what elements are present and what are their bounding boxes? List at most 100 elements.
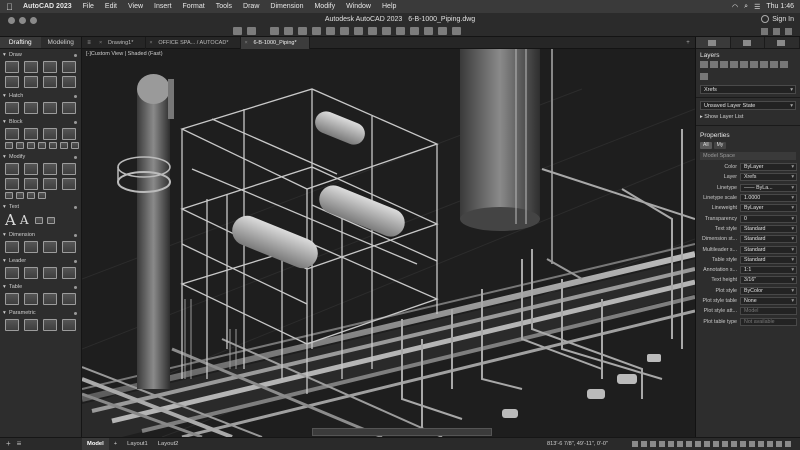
orbit-icon[interactable] <box>368 27 377 35</box>
drawing-viewport[interactable]: [-]Custom View | Shaded (Fast) <box>82 49 695 437</box>
polyline-icon[interactable] <box>24 61 38 73</box>
trim-icon[interactable] <box>43 163 57 175</box>
table-icon[interactable] <box>5 293 19 305</box>
edit-block-icon[interactable] <box>43 128 57 140</box>
menu-draw[interactable]: Draw <box>243 0 259 13</box>
selection-scope[interactable]: Model Space <box>700 152 796 160</box>
layer-state-dropdown[interactable]: Unsaved Layer State <box>700 101 796 110</box>
property-value[interactable]: Standard <box>740 245 797 254</box>
property-value[interactable]: 1.0000 <box>740 194 797 203</box>
close-tab-icon[interactable]: × <box>99 37 102 49</box>
command-line[interactable] <box>312 428 492 436</box>
fillet-icon[interactable] <box>43 178 57 190</box>
delete-constraint-icon[interactable] <box>62 319 76 331</box>
add-icon[interactable]: + <box>6 440 11 448</box>
property-value[interactable]: 0 <box>740 214 797 223</box>
menu-window[interactable]: Window <box>346 0 371 13</box>
layout-icon[interactable] <box>452 27 461 35</box>
property-value[interactable]: None <box>740 297 797 305</box>
layer-lock-icon[interactable] <box>730 61 738 68</box>
block-tool-icon[interactable] <box>49 142 57 149</box>
close-tab-icon[interactable]: × <box>149 37 152 49</box>
block-tool-icon[interactable] <box>60 142 68 149</box>
open-file-icon[interactable] <box>284 27 293 35</box>
property-value[interactable]: 1:1 <box>740 266 797 275</box>
quick-properties-icon[interactable] <box>749 441 755 447</box>
pan-icon[interactable] <box>340 27 349 35</box>
region-icon[interactable] <box>62 102 76 114</box>
block-tool-icon[interactable] <box>27 142 35 149</box>
polar-toggle-icon[interactable] <box>659 441 665 447</box>
new-file-icon[interactable] <box>270 27 279 35</box>
search-icon[interactable]: ⌕ <box>744 3 748 11</box>
stretch-icon[interactable] <box>27 192 35 199</box>
add-layout-icon[interactable]: + <box>109 438 122 450</box>
polygon-icon[interactable] <box>62 76 76 88</box>
match-properties-icon[interactable] <box>382 27 391 35</box>
lineweight-toggle-icon[interactable] <box>686 441 692 447</box>
save-as-icon[interactable] <box>312 27 321 35</box>
file-tab-drawing1[interactable]: × Drawing1* <box>96 36 147 49</box>
menu-tools[interactable]: Tools <box>216 0 232 13</box>
menu-format[interactable]: Format <box>183 0 205 13</box>
section-header[interactable]: Text <box>3 203 79 212</box>
property-value[interactable]: Standard <box>740 255 797 264</box>
show-layer-list-toggle[interactable]: ▸ Show Layer List <box>696 112 800 122</box>
lock-constraint-icon[interactable] <box>43 319 57 331</box>
grid-toggle-icon[interactable] <box>632 441 638 447</box>
property-value[interactable]: Xrefs <box>740 173 797 182</box>
current-layer-dropdown[interactable]: Xrefs <box>700 85 796 94</box>
hardware-acceleration-icon[interactable] <box>767 441 773 447</box>
property-value[interactable]: 3/16" <box>740 276 797 285</box>
osnap-toggle-icon[interactable] <box>668 441 674 447</box>
attribute-icon[interactable] <box>62 128 76 140</box>
isolate-objects-icon[interactable] <box>758 441 764 447</box>
table-style-icon[interactable] <box>62 293 76 305</box>
property-value[interactable]: Standard <box>740 224 797 233</box>
single-line-text-icon[interactable]: A <box>20 212 29 228</box>
arc-icon[interactable] <box>5 76 19 88</box>
panel-toggle-icon[interactable] <box>761 28 768 35</box>
layer-off-icon[interactable] <box>740 61 748 68</box>
palette-tab-icon[interactable] <box>765 37 800 48</box>
menu-help[interactable]: Help <box>382 0 396 13</box>
layer-walk-icon[interactable] <box>780 61 788 68</box>
scale-icon[interactable] <box>16 192 24 199</box>
array-icon[interactable] <box>62 178 76 190</box>
radius-dimension-icon[interactable] <box>62 241 76 253</box>
blocks-tab-icon[interactable] <box>731 37 766 48</box>
menu-dimension[interactable]: Dimension <box>270 0 303 13</box>
tabs-menu-icon[interactable]: ≡ <box>82 40 96 46</box>
layer-match-icon[interactable] <box>760 61 768 68</box>
customization-icon[interactable] <box>785 441 791 447</box>
snap-toggle-icon[interactable] <box>641 441 647 447</box>
ellipse-icon[interactable] <box>43 76 57 88</box>
share-icon[interactable] <box>424 27 433 35</box>
tab-modeling[interactable]: Modeling <box>41 37 82 48</box>
property-value[interactable]: ByLayer <box>740 204 797 213</box>
redo-icon[interactable] <box>247 27 256 35</box>
delete-layer-icon[interactable] <box>710 61 718 68</box>
add-leader-icon[interactable] <box>24 267 38 279</box>
section-header[interactable]: Hatch <box>3 92 79 101</box>
selection-cycling-icon[interactable] <box>704 441 710 447</box>
block-tool-icon[interactable] <box>38 142 46 149</box>
tab-my[interactable]: My <box>713 142 727 149</box>
tab-drafting[interactable]: Drafting <box>0 37 41 48</box>
insert-block-icon[interactable] <box>5 128 19 140</box>
menu-app-name[interactable]: AutoCAD 2023 <box>23 0 72 13</box>
collect-leader-icon[interactable] <box>62 267 76 279</box>
line-icon[interactable] <box>5 61 19 73</box>
panel-toggle-icon-2[interactable] <box>773 28 780 35</box>
property-value[interactable]: ByLayer <box>740 163 797 172</box>
layer-merge-icon[interactable] <box>700 73 708 80</box>
spline-icon[interactable] <box>24 76 38 88</box>
tab-layout1[interactable]: Layout1 <box>122 438 153 450</box>
zoom-icon[interactable] <box>354 27 363 35</box>
mirror-icon[interactable] <box>24 178 38 190</box>
section-header[interactable]: Modify <box>3 153 79 162</box>
tab-all[interactable]: All <box>700 142 712 149</box>
property-value[interactable]: Standard <box>740 235 797 244</box>
extend-icon[interactable] <box>62 163 76 175</box>
add-tab-icon[interactable]: + <box>681 40 695 46</box>
